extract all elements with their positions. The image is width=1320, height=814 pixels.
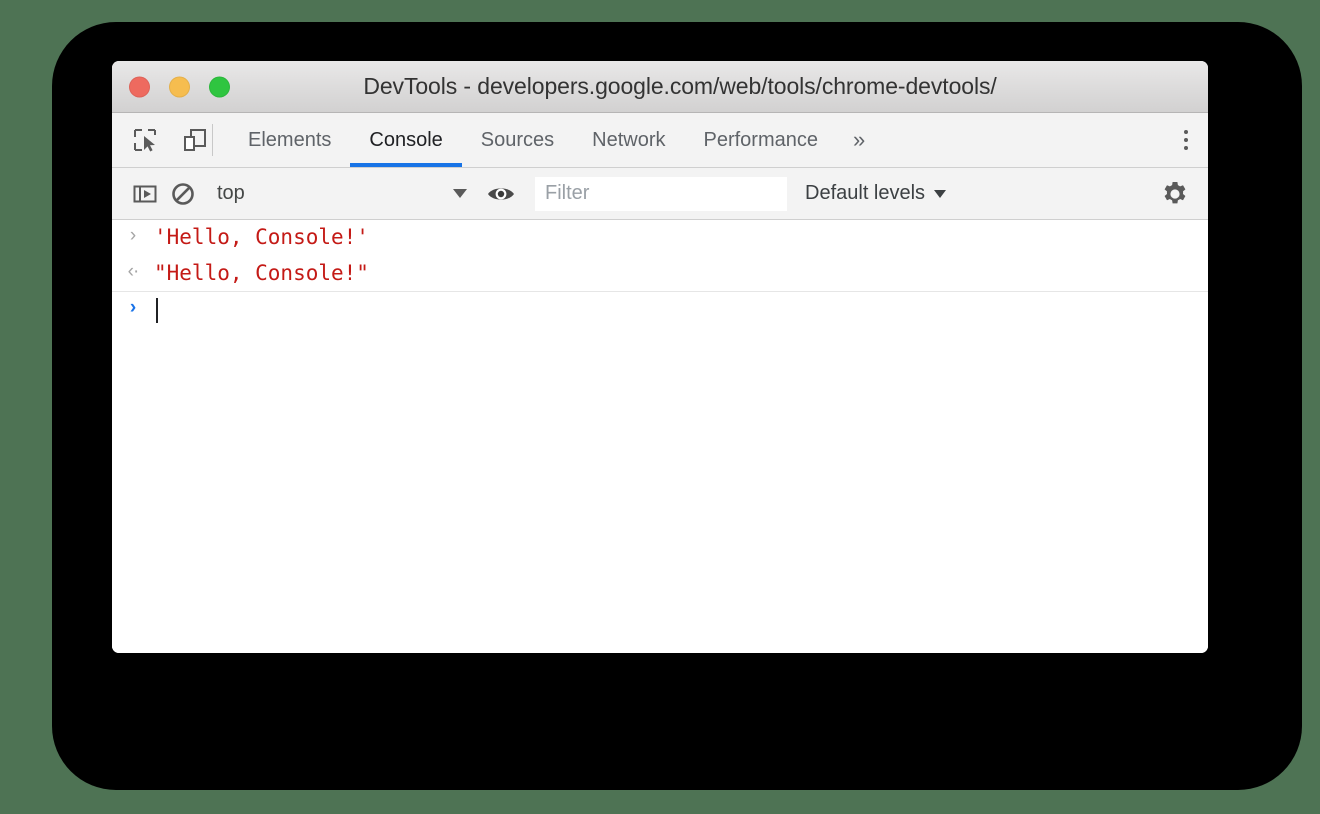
console-output[interactable]: › 'Hello, Console!' ‹· "Hello, Console!"… — [112, 220, 1208, 653]
tab-bar-right — [1163, 113, 1208, 167]
execution-context-dropdown[interactable]: top — [203, 182, 481, 205]
console-result-row: ‹· "Hello, Console!" — [112, 256, 1208, 292]
traffic-lights — [129, 76, 230, 97]
tab-sources[interactable]: Sources — [462, 113, 573, 167]
dot — [1184, 138, 1188, 142]
prompt-icon: › — [129, 225, 137, 246]
more-tabs-label: » — [853, 127, 866, 152]
more-vertical-icon[interactable] — [1164, 130, 1208, 150]
log-levels-dropdown[interactable]: Default levels — [805, 182, 947, 205]
minimize-button[interactable] — [169, 76, 190, 97]
devtools-window: DevTools - developers.google.com/web/too… — [112, 61, 1208, 653]
tab-elements[interactable]: Elements — [229, 113, 350, 167]
tab-label: Console — [369, 128, 443, 151]
console-result-text: "Hello, Console!" — [154, 261, 369, 285]
tab-bar-divider — [212, 124, 213, 156]
inspect-element-icon[interactable] — [128, 123, 162, 157]
chevron-down-icon — [453, 189, 467, 198]
eye-icon[interactable] — [482, 175, 520, 213]
console-prompt-input[interactable] — [154, 296, 158, 323]
log-levels-label: Default levels — [805, 182, 926, 204]
console-input-text: 'Hello, Console!' — [154, 225, 369, 249]
tab-label: Performance — [703, 128, 819, 151]
close-button[interactable] — [129, 76, 150, 97]
window-title: DevTools - developers.google.com/web/too… — [363, 73, 997, 99]
console-prompt-row[interactable]: › — [112, 292, 1208, 328]
text-cursor — [156, 297, 158, 323]
return-value-icon: ‹· — [127, 261, 140, 282]
gear-icon[interactable] — [1156, 175, 1194, 213]
execution-context-label: top — [217, 182, 245, 204]
dot — [1184, 146, 1188, 150]
more-tabs-chevron-icon[interactable]: » — [837, 113, 881, 167]
prompt-icon: › — [129, 297, 137, 318]
tab-label: Elements — [248, 128, 332, 151]
tab-performance[interactable]: Performance — [685, 113, 838, 167]
tab-list: Elements Console Sources Network Perform… — [229, 113, 881, 167]
window-title-bar: DevTools - developers.google.com/web/too… — [112, 61, 1208, 113]
zoom-button[interactable] — [209, 76, 230, 97]
tab-network[interactable]: Network — [573, 113, 684, 167]
console-input-row: › 'Hello, Console!' — [112, 220, 1208, 256]
filter-placeholder: Filter — [545, 182, 590, 204]
devtools-tab-bar: Elements Console Sources Network Perform… — [112, 113, 1208, 168]
device-toolbar-icon[interactable] — [178, 123, 212, 157]
dot — [1184, 130, 1188, 134]
chevron-down-icon — [934, 189, 947, 198]
tab-label: Sources — [480, 128, 555, 151]
tab-bar-icons — [112, 113, 212, 167]
tab-console[interactable]: Console — [350, 113, 463, 167]
console-toolbar: top Filter Default levels — [112, 168, 1208, 220]
console-toolbar-right — [1141, 168, 1208, 219]
clear-console-icon[interactable] — [164, 175, 202, 213]
filter-input[interactable]: Filter — [535, 176, 787, 211]
tab-label: Network — [592, 128, 666, 151]
console-sidebar-icon[interactable] — [126, 175, 164, 213]
